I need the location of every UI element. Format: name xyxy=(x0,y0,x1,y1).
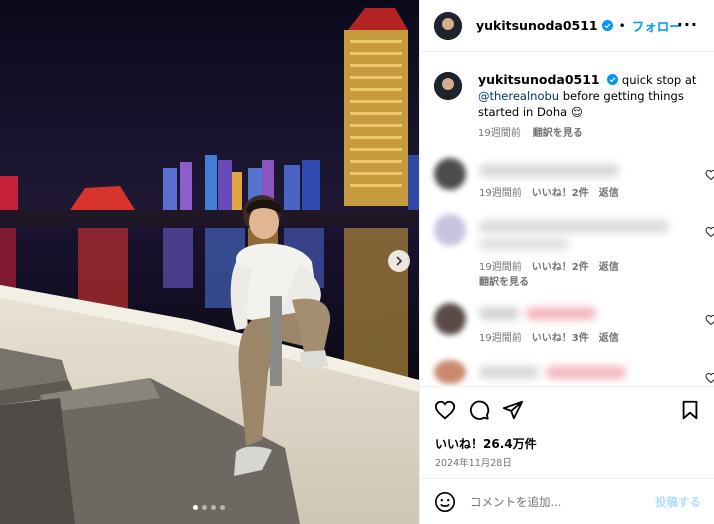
comment-timestamp: 19週間前 xyxy=(479,262,522,273)
avatar[interactable] xyxy=(434,72,462,100)
comment-bubble-icon[interactable] xyxy=(468,399,490,421)
avatar[interactable] xyxy=(434,158,466,190)
heart-icon[interactable] xyxy=(705,372,714,384)
follow-button[interactable]: フォロー xyxy=(632,16,682,35)
avatar[interactable] xyxy=(434,303,466,335)
next-photo-button[interactable] xyxy=(388,250,410,272)
blurred-comment-text xyxy=(479,238,569,251)
reply-button[interactable]: 返信 xyxy=(599,333,619,344)
bookmark-icon[interactable] xyxy=(679,399,701,421)
post-photo[interactable] xyxy=(0,0,419,524)
carousel-dots xyxy=(193,505,225,510)
post-header: yukitsunoda0511 • フォロー ··· xyxy=(420,0,714,52)
post-date: 2024年11月28日 xyxy=(435,458,512,469)
comment-timestamp: 19週間前 xyxy=(479,188,522,199)
reply-button[interactable]: 返信 xyxy=(599,262,619,273)
post-comment-button[interactable]: 投稿する xyxy=(655,494,701,510)
verified-badge-icon xyxy=(607,74,619,85)
heart-icon[interactable] xyxy=(705,314,714,326)
carousel-dot xyxy=(220,505,225,510)
caption-text: quick stop at xyxy=(618,73,697,87)
header-username[interactable]: yukitsunoda0511 xyxy=(476,18,598,33)
more-options-icon[interactable]: ··· xyxy=(677,15,698,34)
comment-likes[interactable]: いいね！2件 xyxy=(532,262,589,273)
comment-composer: コメントを追加... 投稿する xyxy=(420,478,714,524)
comment-likes[interactable]: いいね！3件 xyxy=(532,333,589,344)
avatar[interactable] xyxy=(434,360,466,384)
blurred-comment-text xyxy=(526,307,596,320)
heart-icon[interactable] xyxy=(705,226,714,238)
translate-link[interactable]: 翻訳を見る xyxy=(533,128,583,139)
blurred-comment-text xyxy=(479,220,669,233)
reply-button[interactable]: 返信 xyxy=(599,188,619,199)
carousel-dot xyxy=(202,505,207,510)
caption-username[interactable]: yukitsunoda0511 xyxy=(478,72,600,87)
chevron-right-icon xyxy=(396,256,403,266)
carousel-dot xyxy=(211,505,216,510)
comment-timestamp: 19週間前 xyxy=(479,333,522,344)
emoji-icon[interactable] xyxy=(434,491,456,513)
blurred-comment-text xyxy=(479,164,619,177)
avatar[interactable] xyxy=(434,11,462,40)
share-send-icon[interactable] xyxy=(502,399,524,421)
caption-timestamp: 19週間前 xyxy=(478,128,521,139)
comment-input[interactable]: コメントを追加... xyxy=(470,494,640,510)
post-actions: いいね！26.4万件 2024年11月28日 コメントを追加... 投稿する xyxy=(420,386,714,524)
carousel-dot xyxy=(193,505,198,510)
post-caption: yukitsunoda0511 quick stop at @therealno… xyxy=(434,72,704,142)
avatar[interactable] xyxy=(434,214,466,246)
blurred-comment-text xyxy=(546,366,626,379)
separator-dot: • xyxy=(618,18,626,33)
blurred-comment-text xyxy=(479,366,539,379)
post-side-panel: yukitsunoda0511 • フォロー ··· yukitsunoda05… xyxy=(419,0,714,524)
translate-link[interactable]: 翻訳を見る xyxy=(479,277,529,288)
heart-icon[interactable] xyxy=(705,169,714,181)
relieved-emoji: 😌 xyxy=(570,105,583,119)
doha-night-photo xyxy=(0,0,419,524)
caption-mention-link[interactable]: @therealnobu xyxy=(478,89,559,103)
blurred-comment-text xyxy=(479,307,519,320)
like-heart-icon[interactable] xyxy=(434,399,456,421)
comment-likes[interactable]: いいね！2件 xyxy=(532,188,589,199)
verified-badge-icon xyxy=(601,20,613,31)
likes-count[interactable]: いいね！26.4万件 xyxy=(435,435,537,452)
